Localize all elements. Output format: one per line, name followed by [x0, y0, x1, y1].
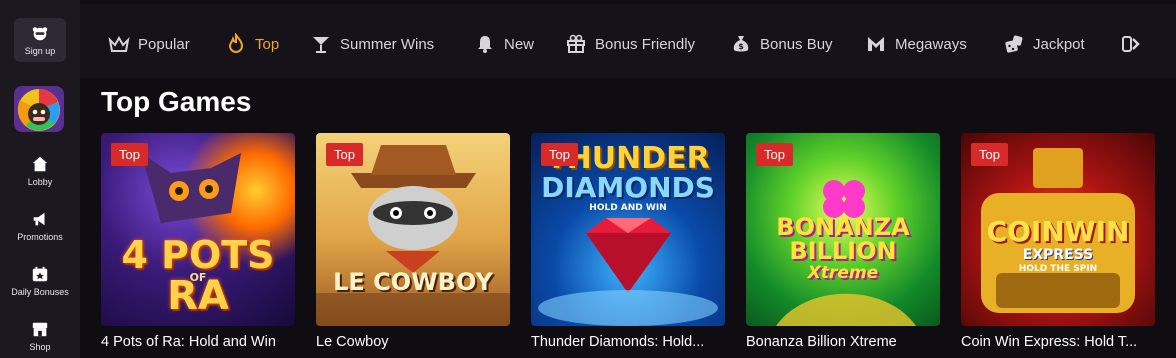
- tab-popular[interactable]: Popular: [108, 32, 190, 56]
- game-logo-text: HOLD THE SPIN: [1018, 264, 1098, 274]
- game-logo-text: RA: [167, 273, 229, 319]
- dice-icon: [1005, 35, 1023, 53]
- tab-label: Jackpot: [1033, 35, 1085, 53]
- tab-label: Megaways: [895, 35, 967, 53]
- wheel-promo-button[interactable]: [14, 86, 64, 132]
- game-title[interactable]: Le Cowboy: [316, 334, 516, 350]
- svg-text:$: $: [738, 42, 744, 51]
- nav-scroll-right-button[interactable]: [1120, 32, 1142, 56]
- game-title[interactable]: Bonanza Billion Xtreme: [746, 334, 946, 350]
- sidebar-item-lobby[interactable]: Lobby: [0, 155, 80, 187]
- game-card-4-pots-of-ra[interactable]: 4 POTS OF RA Top: [101, 133, 295, 326]
- top-badge: Top: [326, 143, 363, 166]
- game-card-bonanza-billion-xtreme[interactable]: BONANZA BILLION Xtreme Top: [746, 133, 940, 326]
- shop-icon: [32, 322, 48, 337]
- megaways-icon: [868, 37, 884, 51]
- game-logo-text: DIAMONDS: [541, 171, 715, 204]
- sidebar-item-label: Shop: [29, 342, 51, 352]
- game-card-coin-win-express[interactable]: COINWIN EXPRESS HOLD THE SPIN Top: [961, 133, 1155, 326]
- tab-bonus-buy[interactable]: $ Bonus Buy: [730, 32, 833, 56]
- cocktail-icon: [313, 37, 329, 53]
- tab-label: Bonus Friendly: [595, 35, 696, 53]
- home-icon: [32, 156, 48, 172]
- sidebar: Sign up Lobby Promotions Daily Bonuses S…: [0, 0, 80, 358]
- game-logo-text: COINWIN: [986, 215, 1130, 248]
- game-logo-text: BILLION: [789, 237, 897, 265]
- calendar-star-icon: [32, 266, 48, 282]
- tab-jackpot[interactable]: Jackpot: [1003, 32, 1085, 56]
- game-title[interactable]: Thunder Diamonds: Hold...: [531, 334, 731, 350]
- tab-label: Bonus Buy: [760, 35, 833, 53]
- sign-up-button[interactable]: Sign up: [14, 18, 66, 62]
- money-bag-icon: $: [733, 36, 749, 52]
- sidebar-item-daily-bonuses[interactable]: Daily Bonuses: [0, 265, 80, 297]
- game-title[interactable]: Coin Win Express: Hold T...: [961, 334, 1161, 350]
- tab-label: New: [504, 35, 535, 53]
- sign-up-label: Sign up: [24, 45, 56, 56]
- category-nav: Popular Top Summer Wins New Bonus Friend…: [80, 4, 1176, 78]
- sidebar-item-label: Daily Bonuses: [11, 287, 69, 297]
- game-title[interactable]: 4 Pots of Ra: Hold and Win: [101, 334, 301, 350]
- crown-icon: [108, 35, 130, 52]
- sidebar-item-label: Lobby: [27, 177, 53, 187]
- top-badge: Top: [541, 143, 578, 166]
- section-title: Top Games: [101, 86, 252, 117]
- app: Sign up Lobby Promotions Daily Bonuses S…: [0, 0, 1176, 358]
- tab-label: Summer Wins: [340, 35, 435, 53]
- chevron-right-icon: [1122, 36, 1140, 52]
- tab-megaways[interactable]: Megaways: [865, 32, 967, 56]
- game-card-le-cowboy[interactable]: LE COWBOY Top: [316, 133, 510, 326]
- game-card-thunder-diamonds[interactable]: THUNDER DIAMONDS HOLD AND WIN Top: [531, 133, 725, 326]
- gift-icon: [567, 34, 585, 53]
- tab-label: Popular: [138, 35, 190, 53]
- top-badge: Top: [111, 143, 148, 166]
- game-logo-text: EXPRESS: [1022, 247, 1094, 263]
- top-badge: Top: [756, 143, 793, 166]
- bell-icon: [478, 36, 492, 53]
- game-logo-text: HOLD AND WIN: [589, 203, 667, 213]
- user-bear-icon: [32, 26, 48, 40]
- game-logo-text: LE COWBOY: [333, 268, 493, 296]
- tab-top[interactable]: Top: [225, 32, 279, 56]
- tab-bonus-friendly[interactable]: Bonus Friendly: [565, 32, 695, 56]
- megaphone-icon: [33, 212, 45, 226]
- top-badge: Top: [971, 143, 1008, 166]
- flame-icon: [228, 33, 244, 53]
- sidebar-item-label: Promotions: [17, 232, 63, 242]
- tab-label: Top: [255, 35, 280, 53]
- sidebar-item-promotions[interactable]: Promotions: [0, 210, 80, 242]
- prize-wheel-icon: [14, 86, 64, 132]
- game-logo-text: Xtreme: [807, 263, 879, 283]
- sidebar-item-shop[interactable]: Shop: [0, 320, 80, 352]
- tab-new[interactable]: New: [474, 32, 534, 56]
- tab-summer-wins[interactable]: Summer Wins: [310, 32, 434, 56]
